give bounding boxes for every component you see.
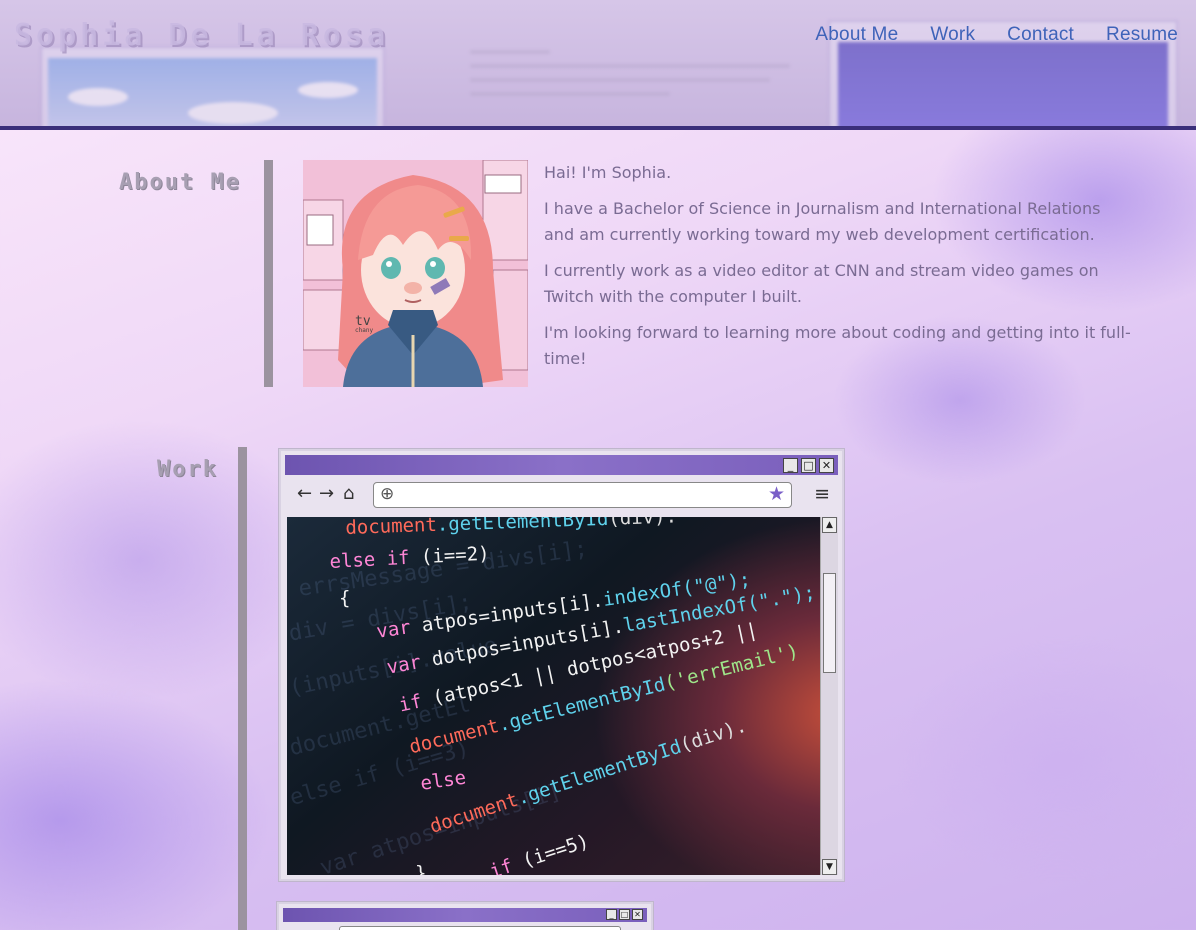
- about-paragraph: I have a Bachelor of Science in Journali…: [544, 199, 1101, 244]
- back-arrow-icon: ←: [297, 483, 313, 504]
- code-line: else: [419, 766, 468, 795]
- url-bar: [339, 926, 621, 930]
- site-title: Sophia De La Rosa: [14, 18, 390, 53]
- svg-text:chany: chany: [355, 327, 373, 334]
- close-icon: ✕: [819, 458, 834, 473]
- url-bar: ⊕ ★: [373, 482, 792, 508]
- home-icon: ⌂: [343, 483, 355, 504]
- nav-resume[interactable]: Resume: [1106, 24, 1178, 46]
- window-titlebar: _ □ ✕: [283, 908, 647, 922]
- project-card-browser-window[interactable]: _ □ ✕ ← → ⌂ ⊕ ★ ≡ errsMessage = divs[i];…: [279, 449, 844, 881]
- minimize-icon: _: [783, 458, 798, 473]
- avatar-illustration: tv chany: [303, 160, 528, 387]
- main-nav: About Me Work Contact Resume: [815, 24, 1178, 46]
- window-scrollbar[interactable]: ▲ ▼: [820, 517, 838, 875]
- header-bg-sky-window: [40, 46, 385, 126]
- scroll-down-icon[interactable]: ▼: [822, 859, 837, 875]
- forward-arrow-icon: →: [319, 483, 335, 504]
- scrollbar-thumb[interactable]: [823, 573, 836, 673]
- code-line: if (i==5): [487, 830, 592, 875]
- about-divider-bar: [264, 160, 273, 387]
- window-titlebar: _ □ ✕: [285, 455, 838, 475]
- code-line: }: [415, 862, 427, 875]
- work-divider-bar: [238, 447, 247, 930]
- maximize-icon: □: [619, 909, 630, 920]
- work-heading: Work: [157, 457, 218, 482]
- nav-about-me[interactable]: About Me: [815, 24, 898, 46]
- menu-icon: ≡: [814, 483, 830, 505]
- code-line: document.getElementById(div).: [345, 517, 678, 539]
- maximize-icon: □: [801, 458, 816, 473]
- minimize-icon: _: [606, 909, 617, 920]
- globe-icon: ⊕: [380, 484, 395, 504]
- nav-contact[interactable]: Contact: [1007, 24, 1074, 46]
- header-bg-text-lines: [470, 40, 800, 106]
- scroll-up-icon[interactable]: ▲: [822, 517, 837, 533]
- star-icon: ★: [767, 483, 785, 505]
- about-paragraph: I currently work as a video editor at CN…: [544, 261, 1099, 306]
- about-paragraph: Hai! I'm Sophia.: [544, 163, 672, 182]
- about-paragraph: I'm looking forward to learning more abo…: [544, 323, 1131, 368]
- browser-toolbar: ← → ⌂ ⊕ ★ ≡: [287, 479, 836, 513]
- about-heading: About Me: [119, 170, 241, 195]
- nav-work[interactable]: Work: [930, 24, 975, 46]
- close-icon: ✕: [632, 909, 643, 920]
- avatar: tv chany: [303, 160, 528, 387]
- about-bio: Hai! I'm Sophia. I have a Bachelor of Sc…: [544, 160, 1134, 382]
- project-card-browser-window-2[interactable]: _ □ ✕: [277, 902, 653, 930]
- code-screenshot: errsMessage = divs[i]; div = divs[i]; (i…: [287, 517, 820, 875]
- code-line: {: [339, 587, 351, 609]
- site-header: Sophia De La Rosa About Me Work Contact …: [0, 0, 1196, 130]
